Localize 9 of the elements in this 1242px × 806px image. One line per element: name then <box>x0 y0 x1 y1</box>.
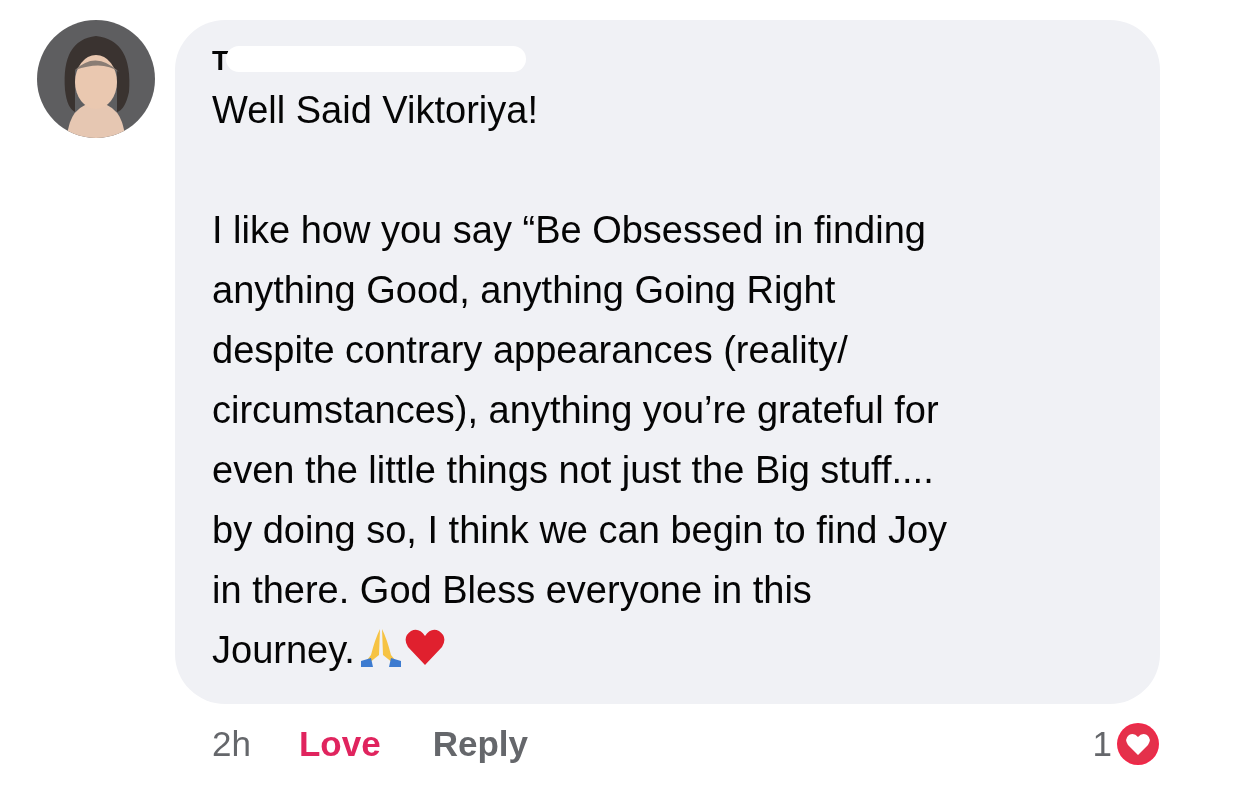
heart-reaction-icon[interactable] <box>1116 722 1160 766</box>
love-reaction-button[interactable]: Love <box>298 724 381 764</box>
reply-button[interactable]: Reply <box>432 724 528 764</box>
comment-text: Well Said Viktoriya! <box>212 88 539 133</box>
comment-text: Journey. <box>212 629 355 671</box>
timestamp: 2h <box>212 724 251 764</box>
author-name[interactable]: T <box>212 46 229 76</box>
comment-text: I like how you say “Be Obsessed in finding anything Good, anything Going Right despite contrary appearances (reality/ circumstances), anything you’re grateful for even the little things not just the Big stuff.... by doing so, I think we can begin to find Joy in there. God Bless everyone in this <box>212 208 949 613</box>
reaction-count[interactable]: 1 <box>1092 724 1112 764</box>
